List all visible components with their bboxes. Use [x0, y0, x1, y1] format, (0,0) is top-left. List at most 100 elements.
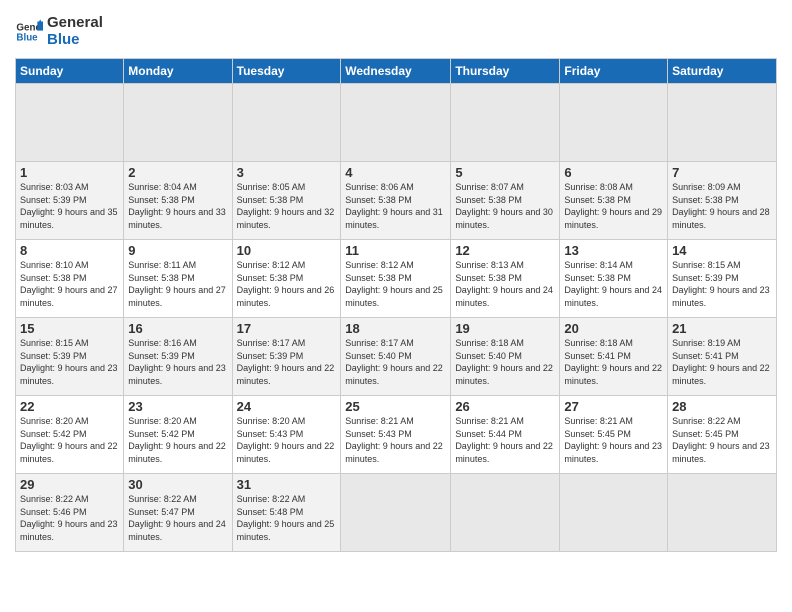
- day-detail: Sunrise: 8:17 AMSunset: 5:39 PMDaylight:…: [237, 338, 335, 386]
- day-detail: Sunrise: 8:22 AMSunset: 5:47 PMDaylight:…: [128, 494, 226, 542]
- day-detail: Sunrise: 8:21 AMSunset: 5:44 PMDaylight:…: [455, 416, 553, 464]
- day-detail: Sunrise: 8:18 AMSunset: 5:40 PMDaylight:…: [455, 338, 553, 386]
- day-detail: Sunrise: 8:22 AMSunset: 5:45 PMDaylight:…: [672, 416, 770, 464]
- calendar-cell: [341, 84, 451, 162]
- day-number: 9: [128, 243, 227, 258]
- calendar-cell: 27 Sunrise: 8:21 AMSunset: 5:45 PMDaylig…: [560, 396, 668, 474]
- day-detail: Sunrise: 8:12 AMSunset: 5:38 PMDaylight:…: [237, 260, 335, 308]
- day-detail: Sunrise: 8:21 AMSunset: 5:43 PMDaylight:…: [345, 416, 443, 464]
- day-number: 12: [455, 243, 555, 258]
- calendar-cell: 12 Sunrise: 8:13 AMSunset: 5:38 PMDaylig…: [451, 240, 560, 318]
- calendar-cell: 2 Sunrise: 8:04 AMSunset: 5:38 PMDayligh…: [124, 162, 232, 240]
- svg-text:Blue: Blue: [16, 32, 38, 43]
- day-detail: Sunrise: 8:06 AMSunset: 5:38 PMDaylight:…: [345, 182, 443, 230]
- calendar-cell: 13 Sunrise: 8:14 AMSunset: 5:38 PMDaylig…: [560, 240, 668, 318]
- calendar-cell: 1 Sunrise: 8:03 AMSunset: 5:39 PMDayligh…: [16, 162, 124, 240]
- day-number: 6: [564, 165, 663, 180]
- calendar-cell: 25 Sunrise: 8:21 AMSunset: 5:43 PMDaylig…: [341, 396, 451, 474]
- day-number: 31: [237, 477, 337, 492]
- calendar-week-5: 22 Sunrise: 8:20 AMSunset: 5:42 PMDaylig…: [16, 396, 777, 474]
- day-detail: Sunrise: 8:21 AMSunset: 5:45 PMDaylight:…: [564, 416, 662, 464]
- logo-line2: Blue: [47, 32, 103, 49]
- calendar-cell: [232, 84, 341, 162]
- day-number: 30: [128, 477, 227, 492]
- calendar-cell: [560, 474, 668, 552]
- day-number: 1: [20, 165, 119, 180]
- col-header-friday: Friday: [560, 59, 668, 84]
- calendar-cell: [16, 84, 124, 162]
- header: General Blue General Blue: [15, 15, 777, 48]
- day-number: 15: [20, 321, 119, 336]
- calendar-cell: [668, 474, 777, 552]
- calendar-cell: 11 Sunrise: 8:12 AMSunset: 5:38 PMDaylig…: [341, 240, 451, 318]
- calendar-cell: 23 Sunrise: 8:20 AMSunset: 5:42 PMDaylig…: [124, 396, 232, 474]
- calendar-cell: 7 Sunrise: 8:09 AMSunset: 5:38 PMDayligh…: [668, 162, 777, 240]
- calendar-cell: 5 Sunrise: 8:07 AMSunset: 5:38 PMDayligh…: [451, 162, 560, 240]
- calendar-week-1: [16, 84, 777, 162]
- day-detail: Sunrise: 8:11 AMSunset: 5:38 PMDaylight:…: [128, 260, 226, 308]
- day-detail: Sunrise: 8:07 AMSunset: 5:38 PMDaylight:…: [455, 182, 553, 230]
- calendar-cell: 18 Sunrise: 8:17 AMSunset: 5:40 PMDaylig…: [341, 318, 451, 396]
- day-detail: Sunrise: 8:19 AMSunset: 5:41 PMDaylight:…: [672, 338, 770, 386]
- day-number: 19: [455, 321, 555, 336]
- calendar-table: SundayMondayTuesdayWednesdayThursdayFrid…: [15, 58, 777, 552]
- day-number: 13: [564, 243, 663, 258]
- calendar-cell: [451, 84, 560, 162]
- day-number: 29: [20, 477, 119, 492]
- day-number: 28: [672, 399, 772, 414]
- calendar-cell: 3 Sunrise: 8:05 AMSunset: 5:38 PMDayligh…: [232, 162, 341, 240]
- calendar-cell: [560, 84, 668, 162]
- day-number: 5: [455, 165, 555, 180]
- calendar-cell: [124, 84, 232, 162]
- day-detail: Sunrise: 8:20 AMSunset: 5:43 PMDaylight:…: [237, 416, 335, 464]
- day-detail: Sunrise: 8:13 AMSunset: 5:38 PMDaylight:…: [455, 260, 553, 308]
- day-number: 2: [128, 165, 227, 180]
- day-detail: Sunrise: 8:04 AMSunset: 5:38 PMDaylight:…: [128, 182, 226, 230]
- calendar-week-3: 8 Sunrise: 8:10 AMSunset: 5:38 PMDayligh…: [16, 240, 777, 318]
- logo-line1: General: [47, 15, 103, 32]
- calendar-cell: 10 Sunrise: 8:12 AMSunset: 5:38 PMDaylig…: [232, 240, 341, 318]
- day-number: 24: [237, 399, 337, 414]
- day-number: 22: [20, 399, 119, 414]
- calendar-week-6: 29 Sunrise: 8:22 AMSunset: 5:46 PMDaylig…: [16, 474, 777, 552]
- day-number: 16: [128, 321, 227, 336]
- calendar-cell: 30 Sunrise: 8:22 AMSunset: 5:47 PMDaylig…: [124, 474, 232, 552]
- col-header-wednesday: Wednesday: [341, 59, 451, 84]
- calendar-cell: 22 Sunrise: 8:20 AMSunset: 5:42 PMDaylig…: [16, 396, 124, 474]
- calendar-cell: 20 Sunrise: 8:18 AMSunset: 5:41 PMDaylig…: [560, 318, 668, 396]
- day-number: 17: [237, 321, 337, 336]
- calendar-cell: 4 Sunrise: 8:06 AMSunset: 5:38 PMDayligh…: [341, 162, 451, 240]
- page-container: General Blue General Blue SundayMondayTu…: [0, 0, 792, 562]
- logo: General Blue General Blue: [15, 15, 103, 48]
- day-detail: Sunrise: 8:09 AMSunset: 5:38 PMDaylight:…: [672, 182, 770, 230]
- day-number: 10: [237, 243, 337, 258]
- day-number: 25: [345, 399, 446, 414]
- calendar-cell: 24 Sunrise: 8:20 AMSunset: 5:43 PMDaylig…: [232, 396, 341, 474]
- col-header-saturday: Saturday: [668, 59, 777, 84]
- calendar-cell: 15 Sunrise: 8:15 AMSunset: 5:39 PMDaylig…: [16, 318, 124, 396]
- day-detail: Sunrise: 8:15 AMSunset: 5:39 PMDaylight:…: [672, 260, 770, 308]
- calendar-cell: 9 Sunrise: 8:11 AMSunset: 5:38 PMDayligh…: [124, 240, 232, 318]
- day-detail: Sunrise: 8:20 AMSunset: 5:42 PMDaylight:…: [20, 416, 118, 464]
- calendar-cell: 14 Sunrise: 8:15 AMSunset: 5:39 PMDaylig…: [668, 240, 777, 318]
- calendar-cell: 26 Sunrise: 8:21 AMSunset: 5:44 PMDaylig…: [451, 396, 560, 474]
- day-number: 26: [455, 399, 555, 414]
- day-detail: Sunrise: 8:14 AMSunset: 5:38 PMDaylight:…: [564, 260, 662, 308]
- day-detail: Sunrise: 8:12 AMSunset: 5:38 PMDaylight:…: [345, 260, 443, 308]
- calendar-cell: 16 Sunrise: 8:16 AMSunset: 5:39 PMDaylig…: [124, 318, 232, 396]
- day-detail: Sunrise: 8:22 AMSunset: 5:46 PMDaylight:…: [20, 494, 118, 542]
- calendar-cell: 8 Sunrise: 8:10 AMSunset: 5:38 PMDayligh…: [16, 240, 124, 318]
- day-number: 20: [564, 321, 663, 336]
- day-detail: Sunrise: 8:08 AMSunset: 5:38 PMDaylight:…: [564, 182, 662, 230]
- calendar-cell: 19 Sunrise: 8:18 AMSunset: 5:40 PMDaylig…: [451, 318, 560, 396]
- day-detail: Sunrise: 8:22 AMSunset: 5:48 PMDaylight:…: [237, 494, 335, 542]
- day-number: 27: [564, 399, 663, 414]
- day-detail: Sunrise: 8:03 AMSunset: 5:39 PMDaylight:…: [20, 182, 118, 230]
- day-detail: Sunrise: 8:16 AMSunset: 5:39 PMDaylight:…: [128, 338, 226, 386]
- col-header-thursday: Thursday: [451, 59, 560, 84]
- calendar-cell: 21 Sunrise: 8:19 AMSunset: 5:41 PMDaylig…: [668, 318, 777, 396]
- calendar-cell: 6 Sunrise: 8:08 AMSunset: 5:38 PMDayligh…: [560, 162, 668, 240]
- day-number: 11: [345, 243, 446, 258]
- day-number: 4: [345, 165, 446, 180]
- col-header-sunday: Sunday: [16, 59, 124, 84]
